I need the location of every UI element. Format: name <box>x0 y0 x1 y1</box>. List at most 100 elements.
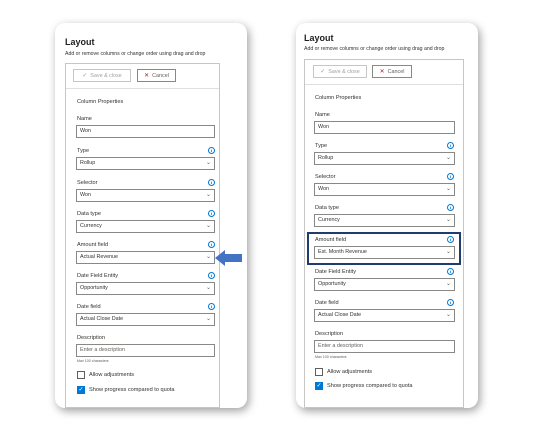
cancel-label: Cancel <box>152 72 169 79</box>
datatype-value: Currency <box>318 217 340 223</box>
name-input[interactable]: Won <box>314 121 455 134</box>
chevron-down-icon: ⌄ <box>205 192 211 198</box>
check-icon: ✓ <box>78 387 84 393</box>
datatype-label: Data type <box>315 205 339 211</box>
type-select[interactable]: Rollup ⌄ <box>314 152 455 165</box>
entity-label: Date Field Entity <box>77 273 119 279</box>
section-title: Column Properties <box>315 95 362 101</box>
cancel-label: Cancel <box>387 68 405 75</box>
toolbar-divider <box>305 84 463 85</box>
info-icon[interactable]: i <box>208 147 215 154</box>
info-icon[interactable]: i <box>208 303 215 310</box>
show-progress-label: Show progress compared to quota <box>327 383 413 389</box>
cancel-button[interactable]: ✕ Cancel <box>372 65 412 78</box>
selector-value: Won <box>318 186 329 192</box>
allow-adjustments-checkbox[interactable] <box>315 368 323 376</box>
panel-subtitle: Add or remove columns or change order us… <box>304 46 445 52</box>
name-label: Name <box>77 116 92 122</box>
layout-panel-left: Layout Add or remove columns or change o… <box>55 23 247 408</box>
panel-title: Layout <box>304 33 334 43</box>
max-characters-hint: Max 100 characters <box>315 355 347 359</box>
selector-value: Won <box>80 192 91 198</box>
arrow-left-icon <box>215 250 242 266</box>
section-title: Column Properties <box>77 99 124 105</box>
datefield-label: Date field <box>77 304 101 310</box>
show-progress-checkbox[interactable]: ✓ <box>77 386 85 394</box>
type-value: Rollup <box>80 160 96 166</box>
panel-title: Layout <box>65 37 95 47</box>
allow-adjustments-label: Allow adjustments <box>327 369 373 375</box>
info-icon[interactable]: i <box>447 268 454 275</box>
info-icon[interactable]: i <box>447 236 454 243</box>
selector-label: Selector <box>77 180 98 186</box>
chevron-down-icon: ⌄ <box>445 249 451 255</box>
entity-value: Opportunity <box>80 285 108 291</box>
info-icon[interactable]: i <box>208 179 215 186</box>
show-progress-label: Show progress compared to quota <box>89 387 175 393</box>
save-close-label: Save & close <box>328 68 360 75</box>
chevron-down-icon: ⌄ <box>205 285 211 291</box>
save-close-label: Save & close <box>90 72 122 79</box>
type-value: Rollup <box>318 155 334 161</box>
type-label: Type <box>77 148 90 154</box>
chevron-down-icon: ⌄ <box>445 155 451 161</box>
amount-select[interactable]: Actual Revenue ⌄ <box>76 251 215 264</box>
name-input[interactable]: Won <box>76 125 215 138</box>
check-icon: ✓ <box>320 69 326 75</box>
datatype-select[interactable]: Currency ⌄ <box>314 214 455 227</box>
column-properties-pane: ✓ Save & close ✕ Cancel Column Propertie… <box>65 63 220 408</box>
selector-select[interactable]: Won ⌄ <box>314 183 455 196</box>
save-close-button[interactable]: ✓ Save & close <box>313 65 367 78</box>
close-icon: ✕ <box>379 69 385 75</box>
datatype-label: Data type <box>77 211 101 217</box>
datatype-value: Currency <box>80 223 102 229</box>
info-icon[interactable]: i <box>447 204 454 211</box>
panel-subtitle: Add or remove columns or change order us… <box>65 51 206 57</box>
show-progress-checkbox[interactable]: ✓ <box>315 382 323 390</box>
type-label: Type <box>315 143 328 149</box>
check-icon: ✓ <box>316 383 322 389</box>
datefield-select[interactable]: Actual Close Date ⌄ <box>314 309 455 322</box>
datefield-value: Actual Close Date <box>318 312 362 318</box>
allow-adjustments-label: Allow adjustments <box>89 372 135 378</box>
info-icon[interactable]: i <box>447 142 454 149</box>
amount-select[interactable]: Est. Month Revenue ⌄ <box>314 246 455 259</box>
info-icon[interactable]: i <box>208 210 215 217</box>
selector-select[interactable]: Won ⌄ <box>76 189 215 202</box>
entity-value: Opportunity <box>318 281 346 287</box>
close-icon: ✕ <box>144 73 150 79</box>
chevron-down-icon: ⌄ <box>445 186 451 192</box>
datefield-select[interactable]: Actual Close Date ⌄ <box>76 313 215 326</box>
chevron-down-icon: ⌄ <box>205 316 211 322</box>
layout-panel-right: Layout Add or remove columns or change o… <box>296 23 478 408</box>
allow-adjustments-checkbox[interactable] <box>77 371 85 379</box>
datefield-value: Actual Close Date <box>80 316 124 322</box>
info-icon[interactable]: i <box>447 299 454 306</box>
chevron-down-icon: ⌄ <box>205 254 211 260</box>
entity-select[interactable]: Opportunity ⌄ <box>76 282 215 295</box>
cancel-button[interactable]: ✕ Cancel <box>137 69 176 82</box>
datefield-label: Date field <box>315 300 339 306</box>
selector-label: Selector <box>315 174 336 180</box>
amount-value: Est. Month Revenue <box>318 249 367 255</box>
entity-select[interactable]: Opportunity ⌄ <box>314 278 455 291</box>
save-close-button[interactable]: ✓ Save & close <box>73 69 131 82</box>
entity-label: Date Field Entity <box>315 269 357 275</box>
datatype-select[interactable]: Currency ⌄ <box>76 220 215 233</box>
description-input[interactable]: Enter a description <box>76 344 215 357</box>
chevron-down-icon: ⌄ <box>445 281 451 287</box>
toolbar-divider <box>66 88 219 89</box>
type-select[interactable]: Rollup ⌄ <box>76 157 215 170</box>
chevron-down-icon: ⌄ <box>445 217 451 223</box>
info-icon[interactable]: i <box>208 241 215 248</box>
description-input[interactable]: Enter a description <box>314 340 455 353</box>
column-properties-pane: ✓ Save & close ✕ Cancel Column Propertie… <box>304 59 464 408</box>
amount-value: Actual Revenue <box>80 254 119 260</box>
info-icon[interactable]: i <box>447 173 454 180</box>
info-icon[interactable]: i <box>208 272 215 279</box>
chevron-down-icon: ⌄ <box>445 312 451 318</box>
amount-label: Amount field <box>77 242 109 248</box>
chevron-down-icon: ⌄ <box>205 223 211 229</box>
description-label: Description <box>315 331 343 337</box>
check-icon: ✓ <box>82 73 88 79</box>
